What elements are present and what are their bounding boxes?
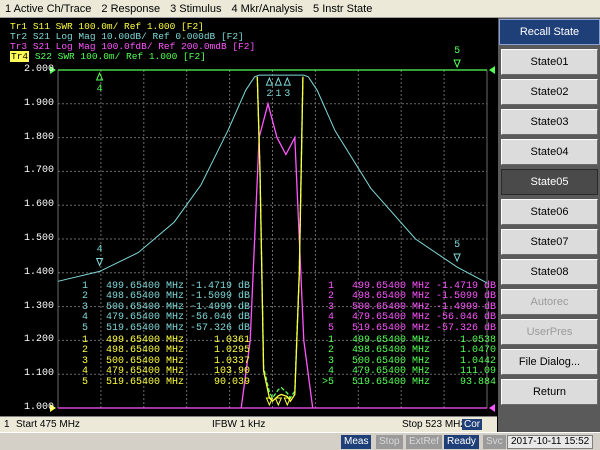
y-tick-label: 1.900	[23, 97, 54, 109]
y-tick-label: 1.000	[23, 402, 54, 413]
marker-table-trace-1: 1 499.65400 MHz 1.0361 2 498.65400 MHz 1.0295…	[70, 335, 250, 388]
marker-value: 93.884	[459, 376, 496, 388]
marker-table-trace-3: 1 499.65400 MHz -1.4719 dB 2 498.65400 MHz -1…	[316, 281, 496, 334]
ready-indicator: Ready	[444, 435, 479, 449]
menu-bar: 1 Active Ch/Trace 2 Response 3 Stimulus …	[0, 0, 600, 18]
marker-table-trace-4: 1 499.65400 MHz 1.0538 2 498.65400 MHz 1.0470…	[316, 335, 496, 388]
y-tick-label: 1.800	[23, 131, 54, 143]
marker-flag	[95, 257, 104, 267]
trace-4-label: Tr4	[10, 51, 30, 62]
correction-indicator: Cor	[462, 419, 483, 430]
marker-row: 5 519.65400 MHz 90.039	[70, 376, 250, 388]
marker-table-trace-2: 1 499.65400 MHz -1.4719 dB 2 498.65400 MHz -1…	[70, 281, 250, 334]
y-tick-label: 1.200	[23, 334, 54, 346]
ref-marker-right-top	[489, 66, 495, 74]
marker-row: >5 519.65400 MHz 93.884	[316, 376, 496, 388]
marker-frequency: 519.65400 MHz	[351, 376, 430, 388]
menu-mkr-analysis[interactable]: 4 Mkr/Analysis	[226, 3, 308, 15]
softkey-state04[interactable]: State04	[501, 139, 598, 165]
marker-frequency: 519.65400 MHz	[105, 376, 184, 388]
trace-4-setting: S22 SWR 100.0m/ Ref 1.000 [F2]	[34, 51, 206, 62]
marker-label: 1	[275, 89, 281, 100]
svc-indicator: Svc	[483, 435, 506, 449]
marker-value: -57.326 dB	[189, 322, 250, 334]
marker-flag	[283, 76, 292, 86]
y-tick-label: 1.500	[23, 233, 54, 244]
y-tick-label: 1.700	[23, 165, 54, 177]
channel-status-line: 1 Start 475 MHz IFBW 1 kHz Stop 523 MHz …	[0, 416, 497, 432]
menu-instr-state[interactable]: 5 Instr State	[308, 3, 377, 15]
marker-label: 5	[454, 240, 460, 251]
y-tick-label: 2.000	[23, 64, 54, 75]
menu-active-ch-trace[interactable]: 1 Active Ch/Trace	[0, 3, 96, 15]
softkey-state05[interactable]: State05	[501, 169, 598, 195]
y-tick-label: 1.600	[23, 199, 54, 211]
marker-value: -57.326 dB	[435, 322, 496, 334]
marker-flag	[453, 253, 461, 263]
menu-stimulus[interactable]: 3 Stimulus	[165, 3, 226, 15]
trace-tr1	[256, 76, 304, 403]
marker-number: 5	[81, 322, 88, 334]
marker-flag	[265, 76, 274, 86]
marker-flag	[95, 71, 104, 81]
stop-indicator: Stop	[376, 435, 403, 449]
marker-label: 4	[97, 244, 103, 255]
marker-flag-bottom	[265, 397, 274, 407]
ifbw-setting[interactable]: IFBW 1 kHz	[212, 419, 265, 430]
instrument-status-bar: Meas Stop ExtRef Ready Svc 2017-10-11 15…	[0, 432, 600, 450]
trace-display[interactable]: 4545213 Tr1 S11 SWR 100.0m/ Ref 1.000 [F…	[0, 18, 497, 416]
marker-flag	[453, 59, 461, 69]
marker-number: 5	[81, 376, 88, 388]
y-tick-label: 1.100	[23, 368, 54, 380]
ref-marker-right-bottom	[489, 404, 495, 412]
marker-label: 3	[284, 89, 290, 100]
marker-frequency: 519.65400 MHz	[351, 322, 430, 334]
marker-flag-bottom	[283, 397, 292, 407]
date-time: 2017-10-11 15:52	[507, 435, 594, 449]
marker-flag-bottom	[274, 397, 283, 407]
marker-number: 5	[327, 322, 334, 334]
softkey-file-dialog[interactable]: File Dialog...	[501, 349, 598, 375]
vna-window: 1 Active Ch/Trace 2 Response 3 Stimulus …	[0, 0, 600, 450]
softkey-state06[interactable]: State06	[501, 199, 598, 225]
marker-number: >5	[321, 376, 334, 388]
softkey-autorec: Autorec	[501, 289, 598, 315]
marker-label: 5	[454, 46, 460, 57]
trace-4-header[interactable]: Tr4 S22 SWR 100.0m/ Ref 1.000 [F2]	[10, 51, 206, 62]
marker-label: 2	[266, 89, 272, 100]
marker-flag	[274, 76, 283, 86]
stop-frequency[interactable]: Stop 523 MHz	[402, 419, 465, 430]
softkey-state03[interactable]: State03	[501, 109, 598, 135]
start-frequency[interactable]: Start 475 MHz	[16, 419, 80, 430]
softkey-state02[interactable]: State02	[501, 79, 598, 105]
softkey-return[interactable]: Return	[501, 379, 598, 405]
y-tick-label: 1.300	[23, 300, 54, 312]
extref-indicator: ExtRef	[406, 435, 443, 449]
menu-response[interactable]: 2 Response	[96, 3, 165, 15]
softkey-state07[interactable]: State07	[501, 229, 598, 255]
channel-number: 1	[4, 419, 10, 430]
softkey-panel: Recall State State01 State02 State03 State0…	[497, 18, 600, 432]
softkey-state01[interactable]: State01	[501, 49, 598, 75]
y-tick-label: 1.400	[23, 266, 54, 278]
marker-label: 4	[97, 84, 103, 95]
meas-indicator: Meas	[341, 435, 372, 449]
softkey-userpres: UserPres	[501, 319, 598, 345]
marker-value: 90.039	[213, 376, 250, 388]
softkey-state08[interactable]: State08	[501, 259, 598, 285]
marker-frequency: 519.65400 MHz	[105, 322, 184, 334]
marker-row: 5 519.65400 MHz -57.326 dB	[316, 322, 496, 334]
softkey-menu-title: Recall State	[499, 19, 600, 45]
marker-row: 5 519.65400 MHz -57.326 dB	[70, 322, 250, 334]
